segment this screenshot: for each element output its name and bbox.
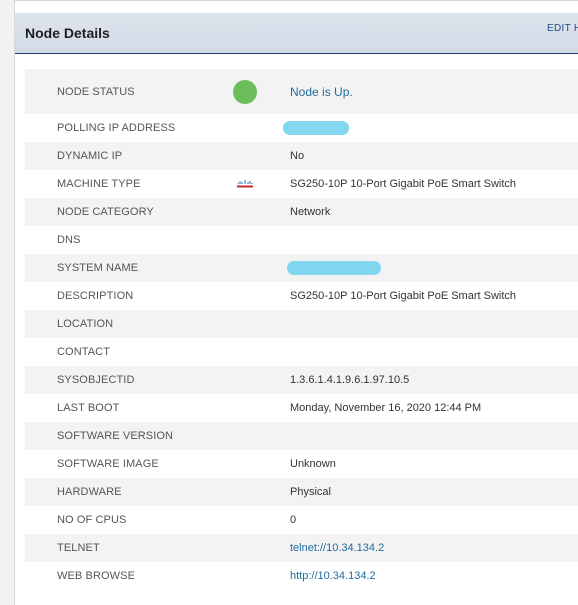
row-no-of-cpus: NO OF CPUS 0 — [25, 506, 578, 534]
row-software-image: SOFTWARE IMAGE Unknown — [25, 450, 578, 478]
row-label: SOFTWARE VERSION — [57, 430, 174, 442]
sysobjectid-value: 1.3.6.1.4.1.9.6.1.97.10.5 — [290, 374, 410, 386]
node-status-value[interactable]: Node is Up. — [290, 85, 353, 99]
row-machine-type: MACHINE TYPE SG250-10P 10-Port Gigabit P… — [25, 170, 578, 198]
cpu-count-value: 0 — [290, 514, 297, 526]
row-label: SOFTWARE IMAGE — [57, 458, 159, 470]
row-label: MACHINE TYPE — [57, 178, 141, 190]
software-image-value: Unknown — [290, 458, 336, 470]
row-label: TELNET — [57, 542, 100, 554]
row-label: DESCRIPTION — [57, 290, 134, 302]
web-browse-link[interactable]: http://10.34.134.2 — [290, 570, 376, 582]
row-label: LOCATION — [57, 318, 114, 330]
row-contact: CONTACT — [25, 338, 578, 366]
redacted-polling-ip — [283, 121, 349, 135]
node-details-panel: Node Details EDIT H NODE STATUS Node is … — [14, 0, 578, 605]
row-dns: DNS — [25, 226, 578, 254]
panel-header: Node Details EDIT H — [15, 13, 578, 54]
details-table: NODE STATUS Node is Up. POLLING IP ADDRE… — [25, 69, 578, 590]
hardware-value: Physical — [290, 486, 331, 498]
row-software-version: SOFTWARE VERSION — [25, 422, 578, 450]
row-web-browse: WEB BROWSE http://10.34.134.2 — [25, 562, 578, 590]
row-label: SYSOBJECTID — [57, 374, 135, 386]
dynamic-ip-value: No — [290, 150, 305, 162]
row-label: LAST BOOT — [57, 402, 120, 414]
row-node-status: NODE STATUS Node is Up. — [25, 69, 578, 114]
row-location: LOCATION — [25, 310, 578, 338]
last-boot-value: Monday, November 16, 2020 12:44 PM — [290, 402, 482, 414]
row-hardware: HARDWARE Physical — [25, 478, 578, 506]
edit-link[interactable]: EDIT H — [547, 23, 578, 34]
row-dynamic-ip: DYNAMIC IP No — [25, 142, 578, 170]
row-label: NO OF CPUS — [57, 514, 127, 526]
row-label: DNS — [57, 234, 81, 246]
node-category-value: Network — [290, 206, 331, 218]
row-label: WEB BROWSE — [57, 570, 136, 582]
row-label: NODE CATEGORY — [57, 206, 154, 218]
cisco-logo-icon — [237, 180, 253, 188]
row-description: DESCRIPTION SG250-10P 10-Port Gigabit Po… — [25, 282, 578, 310]
telnet-link[interactable]: telnet://10.34.134.2 — [290, 542, 384, 554]
row-node-category: NODE CATEGORY Network — [25, 198, 578, 226]
row-polling-ip: POLLING IP ADDRESS — [25, 114, 578, 142]
row-label: SYSTEM NAME — [57, 262, 139, 274]
redacted-system-name — [287, 261, 381, 275]
row-sysobjectid: SYSOBJECTID 1.3.6.1.4.1.9.6.1.97.10.5 — [25, 366, 578, 394]
row-label: NODE STATUS — [57, 85, 135, 98]
description-value: SG250-10P 10-Port Gigabit PoE Smart Swit… — [290, 290, 517, 302]
row-system-name: SYSTEM NAME — [25, 254, 578, 282]
row-label: CONTACT — [57, 346, 111, 358]
row-label: HARDWARE — [57, 486, 122, 498]
panel-title: Node Details — [25, 25, 110, 41]
status-up-icon — [233, 79, 257, 104]
machine-type-value: SG250-10P 10-Port Gigabit PoE Smart Swit… — [290, 178, 517, 190]
row-label: DYNAMIC IP — [57, 150, 123, 162]
row-telnet: TELNET telnet://10.34.134.2 — [25, 534, 578, 562]
row-label: POLLING IP ADDRESS — [57, 122, 176, 134]
row-last-boot: LAST BOOT Monday, November 16, 2020 12:4… — [25, 394, 578, 422]
